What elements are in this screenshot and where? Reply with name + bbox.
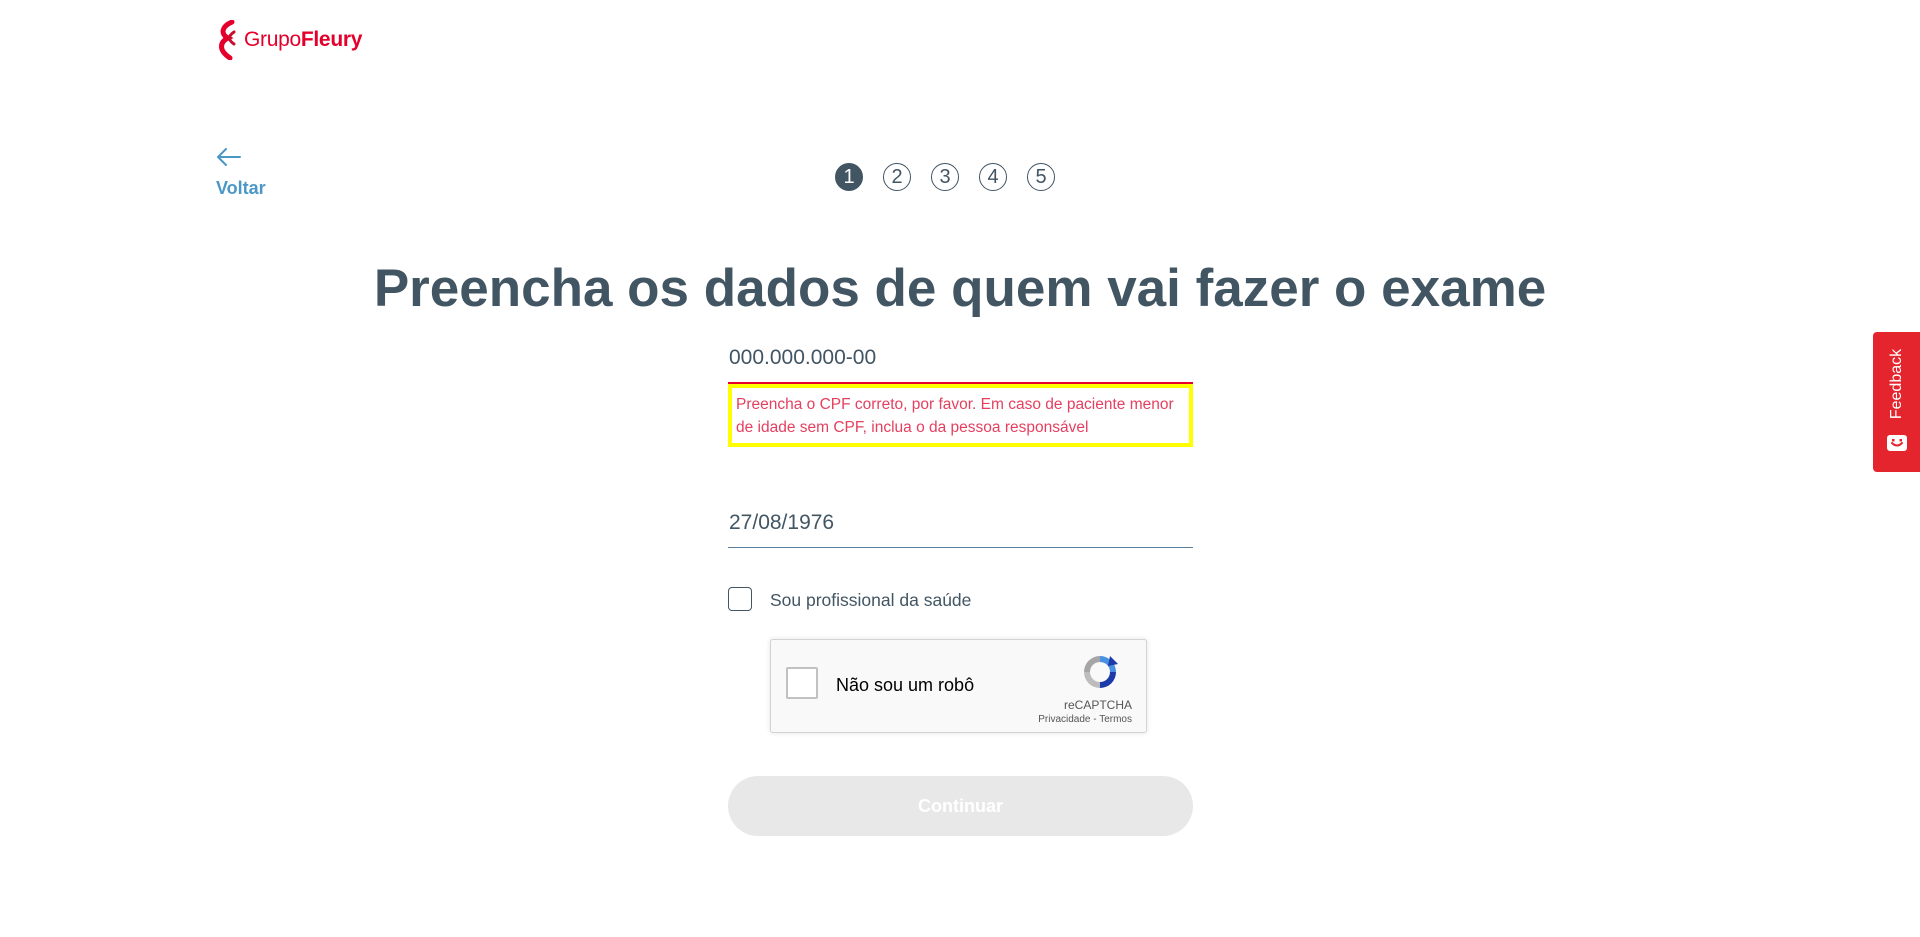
cpf-error-message: Preencha o CPF correto, por favor. Em ca… <box>728 384 1193 447</box>
logo-text: GrupoFleury <box>244 28 362 52</box>
grupo-fleury-logo[interactable]: GrupoFleury <box>216 20 362 60</box>
health-professional-row: Sou profissional da saúde <box>728 586 1193 611</box>
recaptcha-links: Privacidade - Termos <box>1038 714 1132 725</box>
health-professional-label[interactable]: Sou profissional da saúde <box>770 590 971 611</box>
recaptcha-checkbox[interactable] <box>786 667 818 699</box>
step-1: 1 <box>835 163 863 191</box>
recaptcha-logo-icon <box>1084 656 1118 688</box>
recaptcha-privacy-link[interactable]: Privacidade <box>1038 714 1090 725</box>
recaptcha-label: Não sou um robô <box>836 675 975 695</box>
recaptcha-terms-link[interactable]: Termos <box>1099 714 1132 725</box>
cpf-input[interactable] <box>728 340 1193 384</box>
arrow-left-icon <box>217 148 241 166</box>
step-5: 5 <box>1027 163 1055 191</box>
step-3: 3 <box>931 163 959 191</box>
step-2: 2 <box>883 163 911 191</box>
continue-button[interactable]: Continuar <box>728 776 1193 836</box>
birthdate-input[interactable] <box>728 505 1193 548</box>
back-label: Voltar <box>216 178 266 198</box>
feedback-label: Feedback <box>1887 348 1905 420</box>
feedback-tab[interactable]: Feedback <box>1873 332 1920 472</box>
back-link[interactable]: Voltar <box>216 148 266 199</box>
logo-word-fleury: Fleury <box>300 28 363 51</box>
health-professional-checkbox[interactable] <box>728 586 752 611</box>
cpf-field <box>728 340 1193 384</box>
page-title: Preencha os dados de quem vai fazer o ex… <box>373 259 1547 318</box>
recaptcha-brand: reCAPTCHA <box>1063 698 1132 712</box>
progress-stepper: 1 2 3 4 5 <box>835 163 1055 191</box>
recaptcha-separator: - <box>1090 714 1100 725</box>
birthdate-field <box>728 505 1193 548</box>
fleury-logo-icon <box>219 20 236 60</box>
step-4: 4 <box>979 163 1007 191</box>
recaptcha-widget: Não sou um robô reCAPTCHA Privacidade - … <box>770 639 1147 733</box>
page: GrupoFleury Voltar 1 2 3 4 5 Preencha os… <box>0 0 1920 937</box>
logo-word-grupo: Grupo <box>244 28 301 51</box>
patient-form: Preencha o CPF correto, por favor. Em ca… <box>728 340 1193 611</box>
feedback-chat-icon <box>1887 435 1907 451</box>
